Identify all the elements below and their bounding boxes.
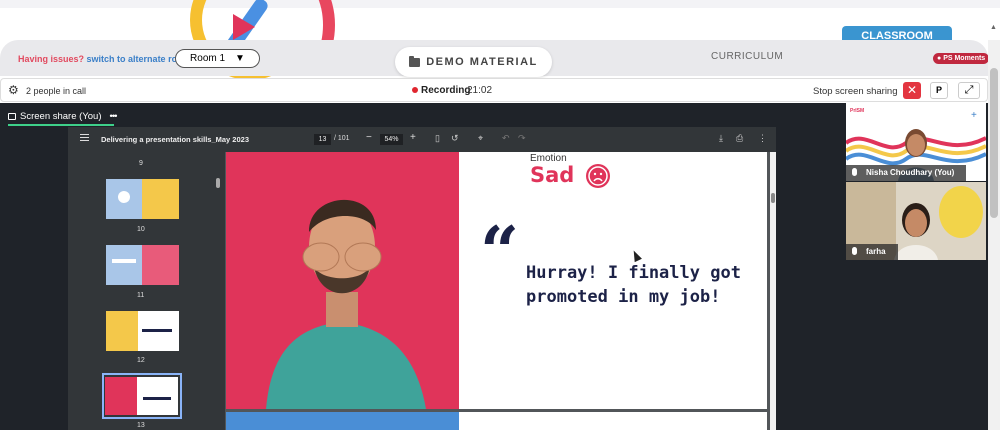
- page-number-input[interactable]: 13: [314, 134, 331, 145]
- zoom-out-button[interactable]: −: [366, 132, 372, 143]
- thumb-number: 12: [137, 357, 145, 364]
- screen-share-tab[interactable]: Screen share (You) •••: [8, 108, 117, 124]
- zoom-input[interactable]: 54%: [380, 134, 403, 145]
- room-select[interactable]: Room 1 ▼: [175, 49, 260, 68]
- undo-icon[interactable]: ↶: [502, 133, 510, 144]
- slide-quote-text: Hurray! I finally got promoted in my job…: [526, 263, 741, 307]
- page-total: / 101: [334, 135, 350, 142]
- plus-icon: +: [971, 110, 977, 121]
- demo-material-button[interactable]: DEMO MATERIAL: [395, 47, 552, 77]
- pdf-slide: Emotion Sad “ Hurray! I finally got prom…: [226, 152, 767, 409]
- scroll-up-icon[interactable]: ▲: [990, 24, 997, 31]
- active-tab-indicator: [8, 124, 114, 126]
- participant-name-bar: Nisha Choudhary (You): [846, 165, 966, 181]
- annotate-icon[interactable]: ⌖: [478, 133, 483, 144]
- top-strip: [0, 0, 1000, 8]
- thumbnail-scrollbar[interactable]: [216, 178, 220, 188]
- demo-material-label: DEMO MATERIAL: [426, 56, 538, 68]
- monitor-icon: [8, 112, 16, 120]
- ps-moments-badge[interactable]: ● PS Moments: [933, 53, 990, 64]
- mic-icon: [852, 247, 857, 255]
- participant-tile[interactable]: PrISM Nisha Choudhary (You): [846, 103, 986, 181]
- thumb-number: 11: [137, 292, 145, 299]
- folder-icon: [409, 55, 421, 67]
- participant-name: farha: [866, 247, 886, 256]
- print-icon[interactable]: ⎙: [736, 133, 743, 144]
- thumbnail-page-12[interactable]: [106, 311, 179, 351]
- crying-man-illustration: [266, 199, 426, 409]
- recording-dot-icon: [412, 87, 418, 93]
- rotate-icon[interactable]: ↺: [451, 133, 459, 144]
- thumb-number: 9: [139, 160, 143, 167]
- slide-photo-panel: [226, 152, 459, 409]
- screen-share-tab-label: Screen share (You): [20, 110, 102, 122]
- room-select-value: Room 1: [190, 53, 226, 64]
- sad-face-svg: [588, 166, 608, 186]
- svg-text:PrISM: PrISM: [850, 108, 864, 114]
- more-vert-icon[interactable]: ⋮: [758, 133, 767, 144]
- app-window: CLASSROOM Having issues? switch to alter…: [0, 0, 1000, 430]
- stop-screen-sharing-label: Stop screen sharing: [813, 86, 898, 97]
- fullscreen-expand-button[interactable]: ⤢: [958, 82, 980, 99]
- recording-label: Recording: [421, 85, 471, 96]
- thumb-number: 10: [137, 226, 145, 233]
- participant-name-bar: farha: [846, 244, 898, 260]
- page-scrollbar-thumb[interactable]: [990, 68, 998, 218]
- sad-face-icon: [586, 164, 610, 188]
- chevron-down-icon: ▼: [235, 53, 245, 64]
- mic-icon: [852, 168, 857, 176]
- hamburger-menu-icon[interactable]: [80, 134, 89, 141]
- people-in-call: 2 people in call: [26, 86, 87, 96]
- slide-arrow-shape: [233, 14, 255, 40]
- slide-emotion-value: Sad: [530, 163, 575, 187]
- recording-time: 21:02: [467, 85, 493, 96]
- thumbnail-page-10[interactable]: [106, 179, 179, 219]
- p-button[interactable]: P: [930, 82, 948, 99]
- more-options-icon[interactable]: •••: [110, 111, 118, 122]
- thumb-number: 13: [137, 422, 145, 429]
- ps-moments-label: PS Moments: [943, 55, 986, 62]
- zoom-in-button[interactable]: +: [410, 132, 416, 143]
- pdf-title: Delivering a presentation skills_May 202…: [101, 135, 249, 144]
- next-slide-blue-block: [226, 412, 459, 430]
- issues-help: Having issues? switch to alternate room: [18, 54, 191, 64]
- fit-page-icon[interactable]: ▯: [435, 133, 440, 144]
- gear-icon[interactable]: ⚙: [8, 84, 19, 96]
- stop-sharing-close-button[interactable]: ✕: [903, 82, 921, 99]
- thumbnail-page-11[interactable]: [106, 245, 179, 285]
- download-icon[interactable]: ⤓: [719, 133, 723, 144]
- issues-question: Having issues?: [18, 54, 85, 64]
- quote-mark: “: [480, 212, 520, 292]
- curriculum-tab[interactable]: CURRICULUM: [711, 51, 783, 62]
- redo-icon[interactable]: ↷: [518, 133, 526, 144]
- thumbnail-page-13[interactable]: [105, 377, 178, 415]
- document-scrollbar-thumb[interactable]: [771, 193, 775, 203]
- participant-tile[interactable]: farha: [846, 182, 986, 260]
- participant-name: Nisha Choudhary (You): [866, 168, 955, 177]
